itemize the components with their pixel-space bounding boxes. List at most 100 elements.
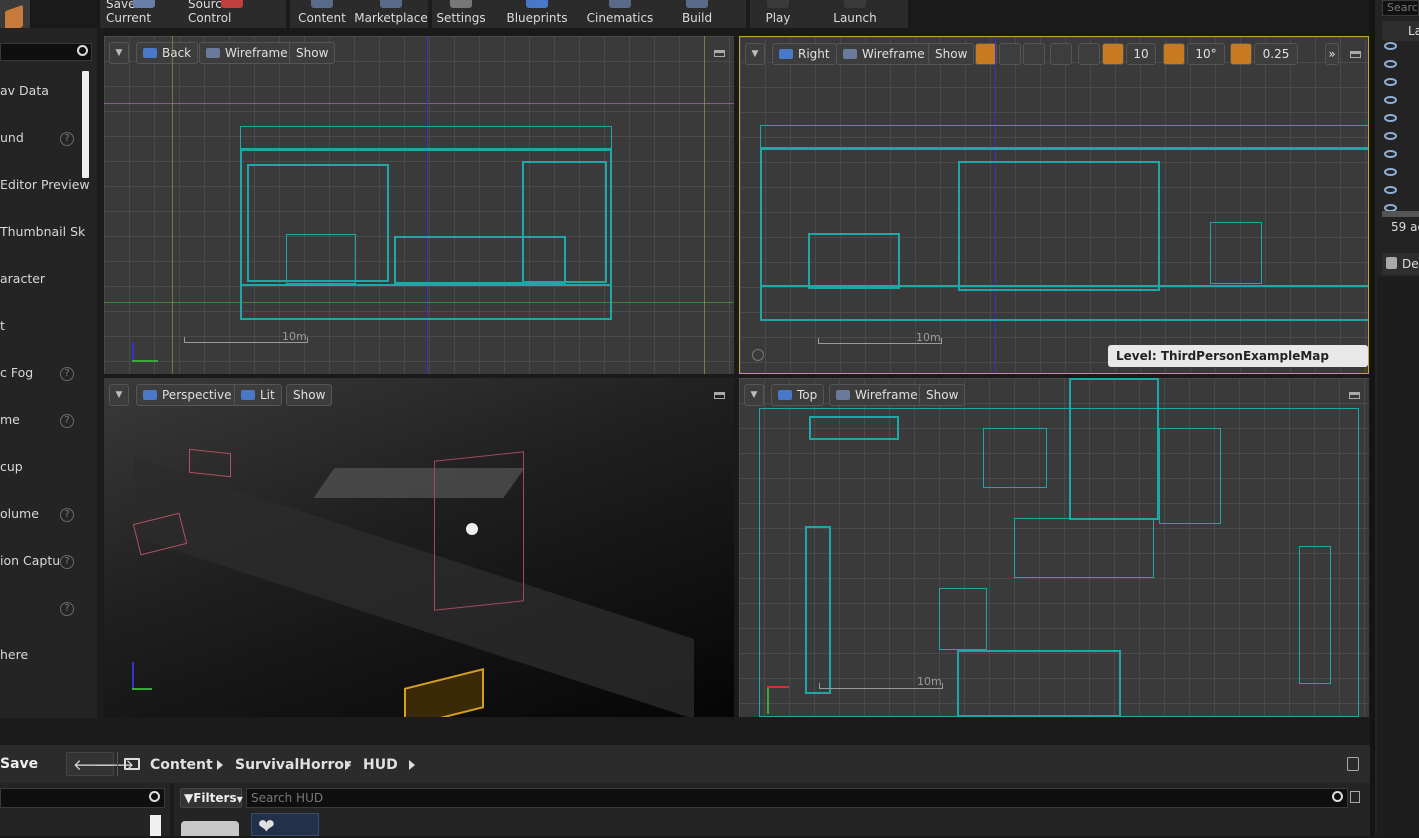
rotation-snap-value[interactable]: 10° — [1187, 43, 1225, 65]
view-mode-button[interactable]: Wireframe — [829, 384, 925, 406]
mode-item[interactable]: cup — [0, 459, 23, 474]
filters-button[interactable]: ▼Filters▼ — [180, 788, 243, 808]
details-tab[interactable]: De — [1382, 253, 1419, 275]
mode-item[interactable]: ion Captu — [0, 553, 60, 568]
label-column-header[interactable]: Lab — [1382, 21, 1419, 41]
outliner-scrollbar[interactable] — [1382, 211, 1419, 217]
grid-snap-value[interactable]: 10 — [1126, 43, 1156, 65]
maximize-icon[interactable] — [1350, 51, 1361, 58]
blueprints-button[interactable]: Blueprints — [500, 0, 574, 28]
viewport-right[interactable]: ▼ Right Wireframe Show 10 10° 0.25 » 10m… — [739, 36, 1369, 374]
play-button[interactable]: Play — [750, 0, 806, 28]
surface-snap-icon[interactable] — [1078, 43, 1100, 65]
help-icon[interactable]: ? — [60, 414, 74, 428]
modes-search-input[interactable] — [0, 43, 92, 61]
breadcrumb-survivalhorror[interactable]: SurvivalHorror — [235, 757, 351, 773]
visibility-eye-icon[interactable] — [1384, 60, 1397, 68]
breadcrumb-separator-icon[interactable] — [409, 760, 415, 770]
content-button[interactable]: Content — [294, 0, 350, 28]
mode-item[interactable]: c Fog — [0, 365, 33, 380]
maximize-icon[interactable] — [714, 50, 725, 57]
launch-button[interactable]: Launch — [824, 0, 886, 28]
help-icon[interactable] — [752, 349, 764, 361]
mode-item[interactable]: und — [0, 130, 24, 145]
help-icon[interactable]: ? — [60, 602, 74, 616]
folder-thumbnail[interactable] — [181, 821, 239, 836]
toolbar-overflow-icon[interactable]: » — [1325, 43, 1339, 65]
view-type-button[interactable]: Back — [136, 42, 199, 64]
view-mode-button[interactable]: Wireframe — [836, 43, 932, 65]
mode-item[interactable]: olume — [0, 506, 39, 521]
rotate-icon[interactable] — [999, 43, 1021, 65]
scale-label: 10m — [917, 675, 942, 688]
mode-item[interactable]: here — [0, 647, 28, 662]
scale-icon[interactable] — [1023, 43, 1045, 65]
view-type-button[interactable]: Right — [772, 43, 837, 65]
asset-thumbnail[interactable]: ❤ — [251, 813, 319, 836]
view-mode-button[interactable]: Wireframe — [199, 42, 295, 64]
breadcrumb-content[interactable]: Content — [150, 757, 213, 773]
breadcrumb-hud[interactable]: HUD — [363, 757, 398, 773]
visibility-eye-icon[interactable] — [1384, 114, 1397, 122]
visibility-eye-icon[interactable] — [1384, 96, 1397, 104]
save-search-icon[interactable] — [1350, 791, 1360, 803]
mode-item[interactable]: aracter — [0, 271, 45, 286]
marketplace-button[interactable]: Marketplace — [352, 0, 430, 28]
viewport-options-dropdown[interactable]: ▼ — [745, 43, 765, 65]
mode-item[interactable]: av Data — [0, 83, 49, 98]
grid-snap-icon[interactable] — [1102, 43, 1124, 65]
scale-snap-value[interactable]: 0.25 — [1254, 43, 1298, 65]
visibility-eye-icon[interactable] — [1384, 132, 1397, 140]
help-icon[interactable]: ? — [60, 132, 74, 146]
visibility-eye-icon[interactable] — [1384, 78, 1397, 86]
view-type-button[interactable]: Perspective — [136, 384, 239, 406]
view-mode-button[interactable]: Lit — [234, 384, 282, 406]
save-icon — [133, 0, 155, 8]
settings-button[interactable]: Settings — [434, 0, 488, 28]
viewport-back[interactable]: ▼ Back Wireframe Show 10m — [104, 36, 734, 374]
mode-item[interactable]: t — [0, 318, 5, 333]
visibility-eye-icon[interactable] — [1384, 150, 1397, 158]
modes-scrollbar[interactable] — [82, 71, 89, 178]
help-icon[interactable]: ? — [60, 555, 74, 569]
visibility-eye-icon[interactable] — [1384, 42, 1397, 50]
help-icon[interactable]: ? — [60, 367, 74, 381]
breadcrumb-separator-icon[interactable] — [217, 760, 223, 770]
folder-icon[interactable] — [124, 758, 140, 770]
mode-item[interactable]: Thumbnail Sk — [0, 224, 85, 239]
maximize-icon[interactable] — [1349, 392, 1360, 399]
translate-icon[interactable] — [975, 43, 997, 65]
visibility-eye-icon[interactable] — [1384, 168, 1397, 176]
viewport-options-dropdown[interactable]: ▼ — [109, 384, 129, 406]
save-all-button[interactable]: Save All — [0, 745, 56, 810]
lock-icon[interactable] — [1347, 757, 1359, 771]
breadcrumb-separator-icon[interactable] — [345, 760, 351, 770]
source-control-button[interactable]: Source Control — [188, 0, 276, 28]
view-type-button[interactable]: Top — [771, 384, 825, 406]
viewport-top[interactable]: ▼ Top Wireframe Show 10m — [739, 378, 1369, 717]
help-icon[interactable]: ? — [60, 508, 74, 522]
folder-tree-scrollbar[interactable] — [150, 815, 161, 836]
world-space-icon[interactable] — [1050, 43, 1072, 65]
viewport-options-dropdown[interactable]: ▼ — [744, 384, 764, 406]
source-control-icon — [221, 0, 243, 8]
mode-item[interactable]: me — [0, 412, 20, 427]
outliner-search-input[interactable]: Search — [1382, 0, 1419, 16]
show-button[interactable]: Show — [289, 42, 336, 64]
folder-search-input[interactable] — [0, 788, 165, 808]
visibility-eye-icon[interactable] — [1384, 186, 1397, 194]
asset-search-input[interactable]: Search HUD — [246, 788, 1348, 808]
show-button[interactable]: Show — [919, 384, 966, 406]
heart-icon: ❤ — [258, 814, 275, 838]
viewport-options-dropdown[interactable]: ▼ — [109, 42, 129, 64]
maximize-icon[interactable] — [714, 392, 725, 399]
build-button[interactable]: Build — [670, 0, 724, 28]
cinematics-button[interactable]: Cinematics — [582, 0, 658, 28]
show-button[interactable]: Show — [928, 43, 975, 65]
save-current-button[interactable]: Save Current — [106, 0, 182, 28]
mode-item[interactable]: Editor Preview — [0, 177, 90, 192]
show-button[interactable]: Show — [286, 384, 333, 406]
rotation-snap-icon[interactable] — [1163, 43, 1185, 65]
viewport-perspective[interactable]: ▼ Perspective Lit Show — [104, 378, 734, 717]
scale-snap-icon[interactable] — [1230, 43, 1252, 65]
